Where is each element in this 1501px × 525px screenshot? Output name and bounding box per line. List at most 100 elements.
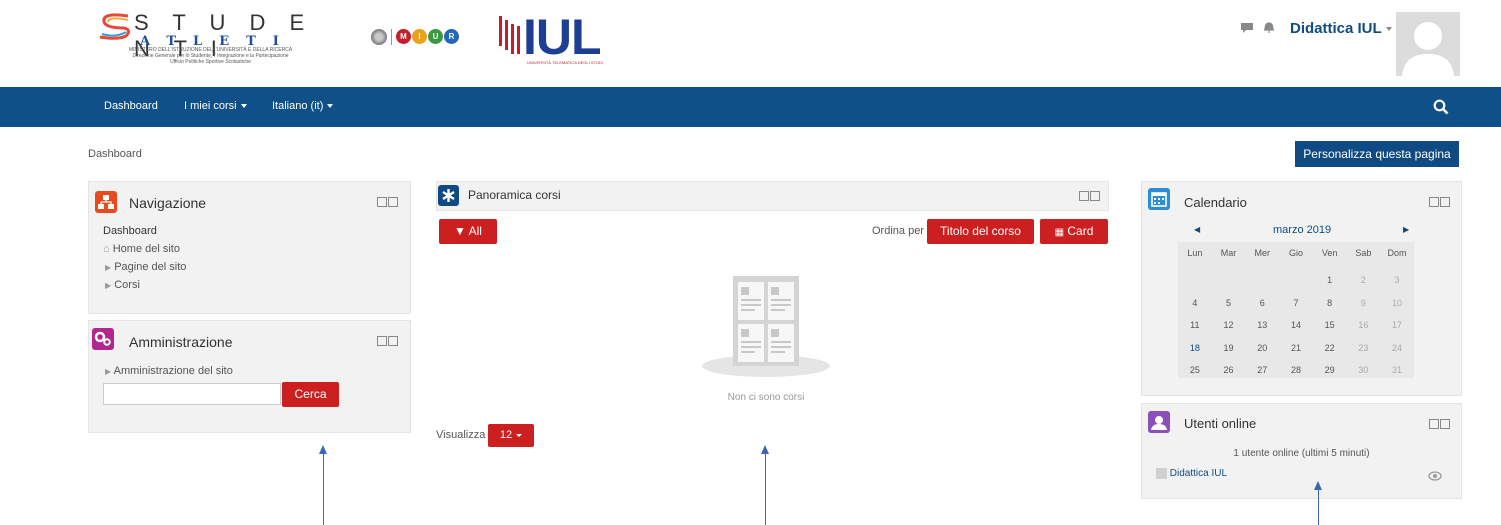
home-icon: ⌂ [103, 243, 110, 255]
view-card-label: Card [1067, 224, 1094, 238]
collapse-icon[interactable] [1079, 191, 1089, 201]
notifications-bell-icon[interactable] [1262, 20, 1276, 34]
block-controls[interactable] [376, 197, 398, 209]
calendar-day[interactable]: 31 [1385, 365, 1409, 375]
administration-title: Amministrazione [129, 334, 233, 350]
calendar-day[interactable]: 2 [1351, 275, 1375, 285]
calendar-day[interactable]: 8 [1318, 298, 1342, 308]
nav-language-label: Italiano (it) [272, 100, 324, 112]
user-menu[interactable]: Didattica IUL [1290, 20, 1392, 37]
iul-wordmark: IUL [523, 9, 602, 65]
calendar-day[interactable]: 4 [1183, 298, 1207, 308]
sort-label: Ordina per [872, 225, 924, 237]
nav-my-courses[interactable]: I miei corsi [184, 100, 247, 112]
nav-language[interactable]: Italiano (it) [272, 100, 334, 112]
calendar-day[interactable]: 27 [1250, 365, 1274, 375]
calendar-day[interactable]: 19 [1217, 343, 1241, 353]
calendar-day[interactable]: 14 [1284, 320, 1308, 330]
chevron-down-icon [327, 104, 334, 109]
calendar-day[interactable]: 18 [1183, 343, 1207, 353]
nav-dashboard[interactable]: Dashboard [104, 100, 158, 112]
no-courses-illustration-icon [702, 276, 830, 377]
calendar-weekday: Gio [1288, 248, 1303, 258]
avatar[interactable] [1396, 12, 1460, 76]
view-card-button[interactable]: ▦ Card [1040, 219, 1108, 244]
calendar-day[interactable]: 22 [1318, 343, 1342, 353]
chevron-down-icon [240, 104, 247, 109]
admin-site-link-label: Amministrazione del sito [113, 365, 233, 377]
nav-tree-dashboard[interactable]: Dashboard [103, 225, 157, 237]
calendar-day[interactable]: 15 [1318, 320, 1342, 330]
block-controls[interactable] [1428, 419, 1450, 431]
calendar-day[interactable]: 10 [1385, 298, 1409, 308]
collapse-icon[interactable] [377, 197, 387, 207]
nav-my-courses-label: I miei corsi [184, 100, 237, 112]
show-count-select[interactable]: 12 [488, 424, 534, 447]
filter-all-button[interactable]: ▼ All [439, 219, 497, 244]
calendar-day[interactable]: 1 [1318, 275, 1342, 285]
annotation-arrow-line [1318, 488, 1319, 525]
calendar-weekday: Dom [1387, 248, 1407, 258]
online-user-item[interactable]: Didattica IUL [1156, 468, 1227, 479]
calendar-day[interactable]: 25 [1183, 365, 1207, 375]
calendar-title: Calendario [1184, 195, 1247, 210]
calendar-day[interactable]: 28 [1284, 365, 1308, 375]
block-controls[interactable] [1428, 197, 1450, 209]
studenti-atleti-logo[interactable]: S T U D E N T I ATLETI MINISTERO DELL'IS… [98, 10, 323, 70]
block-controls[interactable] [1078, 191, 1100, 203]
expand-arrow-icon: ▶ [105, 281, 112, 290]
calendar-grid: Lun Mar Mer Gio Ven Sab Dom 1 2 3 4 5 6 7 8 9 10 11 12 13 1… [1178, 242, 1414, 378]
italian-republic-emblem-icon [371, 29, 387, 45]
calendar-day[interactable]: 11 [1183, 320, 1207, 330]
dock-icon[interactable] [1440, 197, 1450, 207]
admin-search-input[interactable] [103, 383, 281, 405]
calendar-day[interactable]: 5 [1217, 298, 1241, 308]
calendar-day[interactable]: 9 [1351, 298, 1375, 308]
breadcrumb[interactable]: Dashboard [88, 148, 142, 160]
calendar-day[interactable]: 16 [1351, 320, 1375, 330]
calendar-next-month-icon[interactable]: ▶ [1403, 225, 1409, 234]
iul-logo[interactable]: IUL UNIVERSITÀ TELEMATICA DEGLI STUDI [497, 9, 617, 65]
customize-page-button[interactable]: Personalizza questa pagina [1295, 141, 1459, 167]
calendar-day[interactable]: 20 [1250, 343, 1274, 353]
calendar-day[interactable]: 12 [1217, 320, 1241, 330]
block-controls[interactable] [376, 336, 398, 348]
calendar-day[interactable]: 3 [1385, 275, 1409, 285]
course-overview-header: Panoramica corsi [436, 181, 1109, 211]
search-icon[interactable] [1433, 99, 1449, 115]
calendar-weekday: Lun [1187, 248, 1203, 258]
asterisk-icon [438, 185, 459, 206]
collapse-icon[interactable] [377, 336, 387, 346]
calendar-day[interactable]: 26 [1217, 365, 1241, 375]
online-users-summary: 1 utente online (ultimi 5 minuti) [1233, 448, 1370, 459]
dock-icon[interactable] [388, 197, 398, 207]
calendar-icon [1148, 188, 1170, 210]
dock-icon[interactable] [388, 336, 398, 346]
collapse-icon[interactable] [1429, 197, 1439, 207]
nav-tree-courses[interactable]: ▶ Corsi [105, 279, 140, 291]
calendar-day[interactable]: 24 [1385, 343, 1409, 353]
nav-tree-site-pages[interactable]: ▶ Pagine del sito [105, 261, 186, 273]
eye-icon[interactable] [1428, 471, 1442, 481]
messages-icon[interactable] [1240, 22, 1254, 34]
dock-icon[interactable] [1440, 419, 1450, 429]
calendar-day[interactable]: 23 [1351, 343, 1375, 353]
user-menu-name: Didattica IUL [1290, 20, 1382, 37]
calendar-day[interactable]: 7 [1284, 298, 1308, 308]
studenti-s-swoosh-icon [99, 13, 131, 40]
calendar-day[interactable]: 13 [1250, 320, 1274, 330]
expand-arrow-icon: ▶ [105, 367, 112, 376]
calendar-day[interactable]: 21 [1284, 343, 1308, 353]
admin-search-button[interactable]: Cerca [282, 382, 339, 407]
collapse-icon[interactable] [1429, 419, 1439, 429]
calendar-day[interactable]: 6 [1250, 298, 1274, 308]
calendar-prev-month-icon[interactable]: ◀ [1194, 225, 1200, 234]
sort-title-button[interactable]: Titolo del corso [927, 219, 1034, 244]
calendar-day[interactable]: 17 [1385, 320, 1409, 330]
calendar-weekday: Mer [1254, 248, 1271, 258]
nav-tree-home[interactable]: ⌂ Home del sito [103, 243, 180, 255]
calendar-day[interactable]: 29 [1318, 365, 1342, 375]
calendar-day[interactable]: 30 [1351, 365, 1375, 375]
admin-site-link[interactable]: ▶ Amministrazione del sito [105, 365, 233, 377]
dock-icon[interactable] [1090, 191, 1100, 201]
